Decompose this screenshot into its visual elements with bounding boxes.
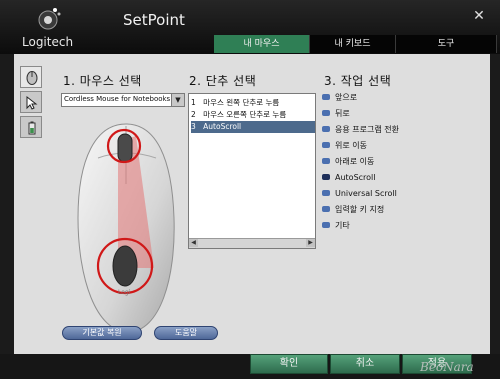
radio-icon[interactable] [322, 110, 330, 116]
watermark: BeoNara [420, 360, 474, 374]
section2-title: 2. 단추 선택 [189, 74, 257, 88]
list-item-selected[interactable]: 3 AutoScroll [191, 121, 315, 133]
action-item[interactable]: 응용 프로그램 전환 [322, 122, 399, 136]
radio-icon[interactable] [322, 126, 330, 132]
ok-button[interactable]: 확인 [250, 354, 328, 374]
setpoint-window: Logitech SetPoint ✕ 내 마우스 내 키보드 도구 1. 마우… [0, 0, 500, 379]
action-item[interactable]: 위로 이동 [322, 138, 367, 152]
list-item[interactable]: 2 마우스 오른쪽 단추로 누름 [191, 109, 315, 121]
radio-icon[interactable] [322, 94, 330, 100]
tab-my-mouse[interactable]: 내 마우스 [214, 35, 310, 53]
button-list: 1 마우스 왼쪽 단추로 누름 2 마우스 오른쪽 단추로 누름 3 AutoS… [188, 93, 316, 249]
restore-defaults-button[interactable]: 기본값 복원 [62, 326, 142, 340]
radio-icon[interactable] [322, 222, 330, 228]
tab-tools[interactable]: 도구 [396, 35, 497, 53]
action-item[interactable]: 입력할 키 지정 [322, 202, 384, 216]
side-tab-pointer[interactable] [20, 91, 42, 113]
radio-icon[interactable] [322, 158, 330, 164]
radio-icon[interactable] [322, 190, 330, 196]
chevron-down-icon[interactable]: ▼ [171, 94, 184, 106]
scroll-right-icon[interactable]: ▶ [306, 239, 315, 247]
pointer-icon [26, 95, 38, 110]
battery-icon [28, 121, 36, 135]
action-item[interactable]: 아래로 이동 [322, 154, 374, 168]
mouse-illustration: Logi [77, 123, 175, 333]
main-tabs: 내 마우스 내 키보드 도구 [214, 35, 497, 53]
svg-text:Logi: Logi [118, 289, 131, 296]
tab-my-keyboard[interactable]: 내 키보드 [310, 35, 396, 53]
section3-title: 3. 작업 선택 [324, 74, 392, 88]
cancel-button[interactable]: 취소 [330, 354, 400, 374]
action-item[interactable]: 기타 [322, 218, 350, 232]
content-panel: 1. 마우스 선택 Cordless Mouse for Notebooks ▼… [14, 54, 490, 354]
side-tabs [20, 66, 42, 156]
horizontal-scrollbar[interactable]: ◀ ▶ [189, 238, 315, 248]
action-item[interactable]: Universal Scroll [322, 186, 397, 200]
close-icon[interactable]: ✕ [471, 8, 487, 24]
radio-icon[interactable] [322, 206, 330, 212]
section1-title: 1. 마우스 선택 [63, 74, 142, 88]
help-button[interactable]: 도움말 [154, 326, 218, 340]
mouse-icon [26, 71, 38, 85]
app-title: SetPoint [123, 11, 185, 29]
brand-name: Logitech [22, 35, 74, 49]
action-item[interactable]: 앞으로 [322, 90, 357, 104]
header-bar: Logitech SetPoint ✕ 내 마우스 내 키보드 도구 [0, 0, 500, 54]
action-item-selected[interactable]: AutoScroll [322, 170, 376, 184]
mouse-select-value: Cordless Mouse for Notebooks [64, 95, 171, 103]
logitech-eye-icon [38, 8, 61, 30]
action-list: 앞으로 뒤로 응용 프로그램 전환 위로 이동 아래로 이동 AutoScrol… [322, 90, 482, 240]
logitech-logo: Logitech [22, 6, 78, 52]
list-item[interactable]: 1 마우스 왼쪽 단추로 누름 [191, 97, 315, 109]
mouse-select-dropdown[interactable]: Cordless Mouse for Notebooks ▼ [61, 93, 185, 107]
side-tab-battery[interactable] [20, 116, 42, 138]
action-item[interactable]: 뒤로 [322, 106, 350, 120]
scroll-left-icon[interactable]: ◀ [189, 239, 198, 247]
radio-icon[interactable] [322, 142, 330, 148]
radio-selected-icon[interactable] [322, 174, 330, 180]
side-tab-mouse[interactable] [20, 66, 42, 88]
